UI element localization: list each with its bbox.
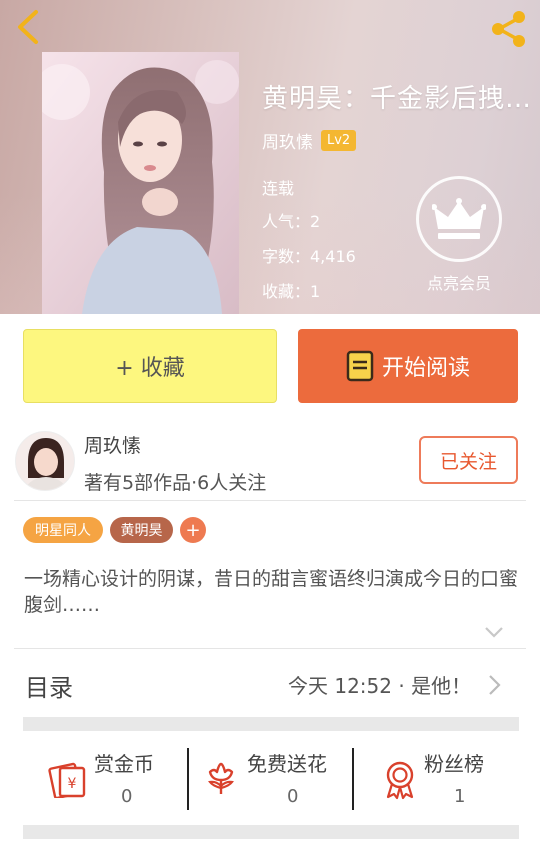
reward-coin-icon: ¥ bbox=[48, 762, 86, 798]
start-reading-label: 开始阅读 bbox=[381, 356, 470, 381]
stat-separator bbox=[187, 748, 189, 810]
tag-label: 明星同人 bbox=[35, 523, 91, 539]
popularity-text: 人气：2 bbox=[262, 212, 321, 231]
add-tag-button[interactable]: + bbox=[180, 517, 206, 543]
book-info: 黄明昊：千金影后拽… bbox=[262, 78, 540, 115]
follow-button-label: 已关注 bbox=[439, 450, 497, 473]
share-button[interactable] bbox=[488, 8, 530, 50]
favorites-count-text: 收藏：1 bbox=[262, 282, 321, 301]
crown-icon bbox=[432, 198, 486, 239]
share-icon bbox=[492, 11, 525, 47]
book-cover-image[interactable] bbox=[42, 52, 239, 314]
level-badge: Lv2 bbox=[321, 130, 357, 151]
section-separator bbox=[23, 825, 519, 839]
author-card-meta: 著有5部作品·6人关注 bbox=[84, 472, 267, 494]
fan-ranking-button[interactable]: 粉丝榜 1 bbox=[380, 748, 520, 810]
reward-coin-value: 0 bbox=[121, 786, 133, 807]
author-name[interactable]: 周玖愫 bbox=[262, 128, 313, 153]
book-icon bbox=[346, 350, 374, 382]
collect-button-label: + 收藏 bbox=[115, 356, 185, 381]
chevron-right-icon bbox=[489, 675, 501, 695]
section-separator bbox=[23, 717, 519, 731]
book-description: 一场精心设计的阴谋，昔日的甜言蜜语终归演成今日的口蜜腹剑…… bbox=[24, 568, 519, 616]
chevron-left-icon bbox=[18, 10, 38, 44]
expand-description-button[interactable] bbox=[483, 624, 505, 640]
divider bbox=[14, 648, 526, 649]
free-flower-value: 0 bbox=[287, 786, 299, 807]
catalog-arrow bbox=[486, 672, 504, 698]
catalog-title: 目录 bbox=[25, 674, 73, 702]
back-button[interactable] bbox=[10, 8, 50, 48]
tag-label: 黄明昊 bbox=[120, 523, 163, 539]
cover-portrait-illustration bbox=[42, 52, 239, 314]
plus-icon: + bbox=[185, 519, 201, 541]
fan-ranking-value: 1 bbox=[454, 786, 466, 807]
chevron-down-icon bbox=[485, 627, 503, 638]
latest-chapter-text: 今天 12:52 · 是他！ bbox=[288, 674, 472, 698]
tag-item[interactable]: 明星同人 bbox=[23, 517, 103, 543]
svg-text:¥: ¥ bbox=[68, 776, 77, 792]
author-row: 周玖愫 Lv2 bbox=[262, 128, 357, 153]
stat-separator bbox=[352, 748, 354, 810]
flower-icon bbox=[208, 762, 234, 794]
divider bbox=[14, 500, 526, 501]
status-text: 连载 bbox=[262, 179, 295, 198]
book-header: 黄明昊：千金影后拽… 周玖愫 Lv2 连载 人气：2 字数：4,416 收藏：1… bbox=[0, 0, 540, 314]
vip-label: 点亮会员 bbox=[426, 274, 491, 293]
author-avatar[interactable] bbox=[15, 431, 75, 491]
reward-coin-label: 赏金币 bbox=[94, 752, 154, 776]
vip-button[interactable] bbox=[416, 176, 502, 262]
medal-icon bbox=[386, 761, 414, 800]
collect-button[interactable]: + 收藏 bbox=[23, 329, 277, 403]
reward-coin-button[interactable]: ¥ 赏金币 0 bbox=[44, 748, 174, 810]
free-flower-button[interactable]: 免费送花 0 bbox=[200, 748, 350, 810]
fan-ranking-label: 粉丝榜 bbox=[424, 752, 484, 776]
word-count-text: 字数：4,416 bbox=[262, 247, 356, 266]
avatar-portrait bbox=[16, 432, 74, 490]
book-title: 黄明昊：千金影后拽… bbox=[262, 84, 533, 114]
start-reading-button[interactable]: 开始阅读 bbox=[298, 329, 518, 403]
follow-button[interactable]: 已关注 bbox=[419, 436, 518, 484]
tag-item[interactable]: 黄明昊 bbox=[110, 517, 173, 543]
free-flower-label: 免费送花 bbox=[247, 752, 327, 776]
author-card-name[interactable]: 周玖愫 bbox=[84, 431, 141, 458]
